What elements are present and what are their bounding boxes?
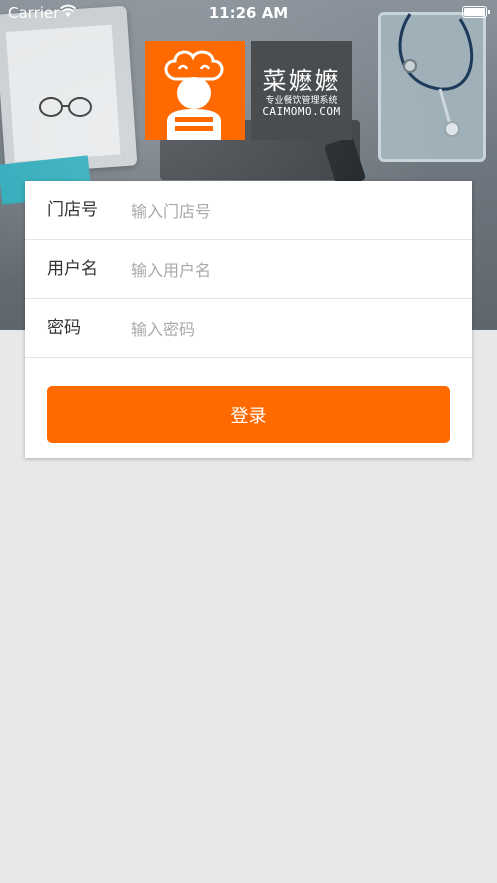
chef-mascot-icon: [164, 50, 224, 140]
username-row: 用户名: [25, 240, 472, 299]
status-bar: Carrier 11:26 AM: [0, 0, 497, 26]
store-number-label: 门店号: [47, 200, 98, 220]
battery-icon: [462, 6, 490, 18]
logo-mascot-panel: [145, 41, 245, 140]
password-label: 密码: [47, 318, 81, 338]
store-number-input[interactable]: [131, 193, 451, 229]
login-button[interactable]: 登录: [47, 386, 450, 443]
store-number-row: 门店号: [25, 181, 472, 240]
username-label: 用户名: [47, 259, 98, 279]
username-input[interactable]: [131, 252, 451, 288]
logo-brand-panel: 菜嬷嬷 专业餐饮管理系统 CAIMOMO.COM: [251, 41, 352, 140]
brand-name: 菜嬷嬷: [262, 67, 341, 95]
password-input[interactable]: [131, 311, 451, 347]
clock-time: 11:26 AM: [208, 4, 289, 22]
password-row: 密码: [25, 299, 472, 358]
login-card: 门店号 用户名 密码 登录: [25, 181, 472, 458]
brand-domain: CAIMOMO.COM: [262, 105, 341, 118]
